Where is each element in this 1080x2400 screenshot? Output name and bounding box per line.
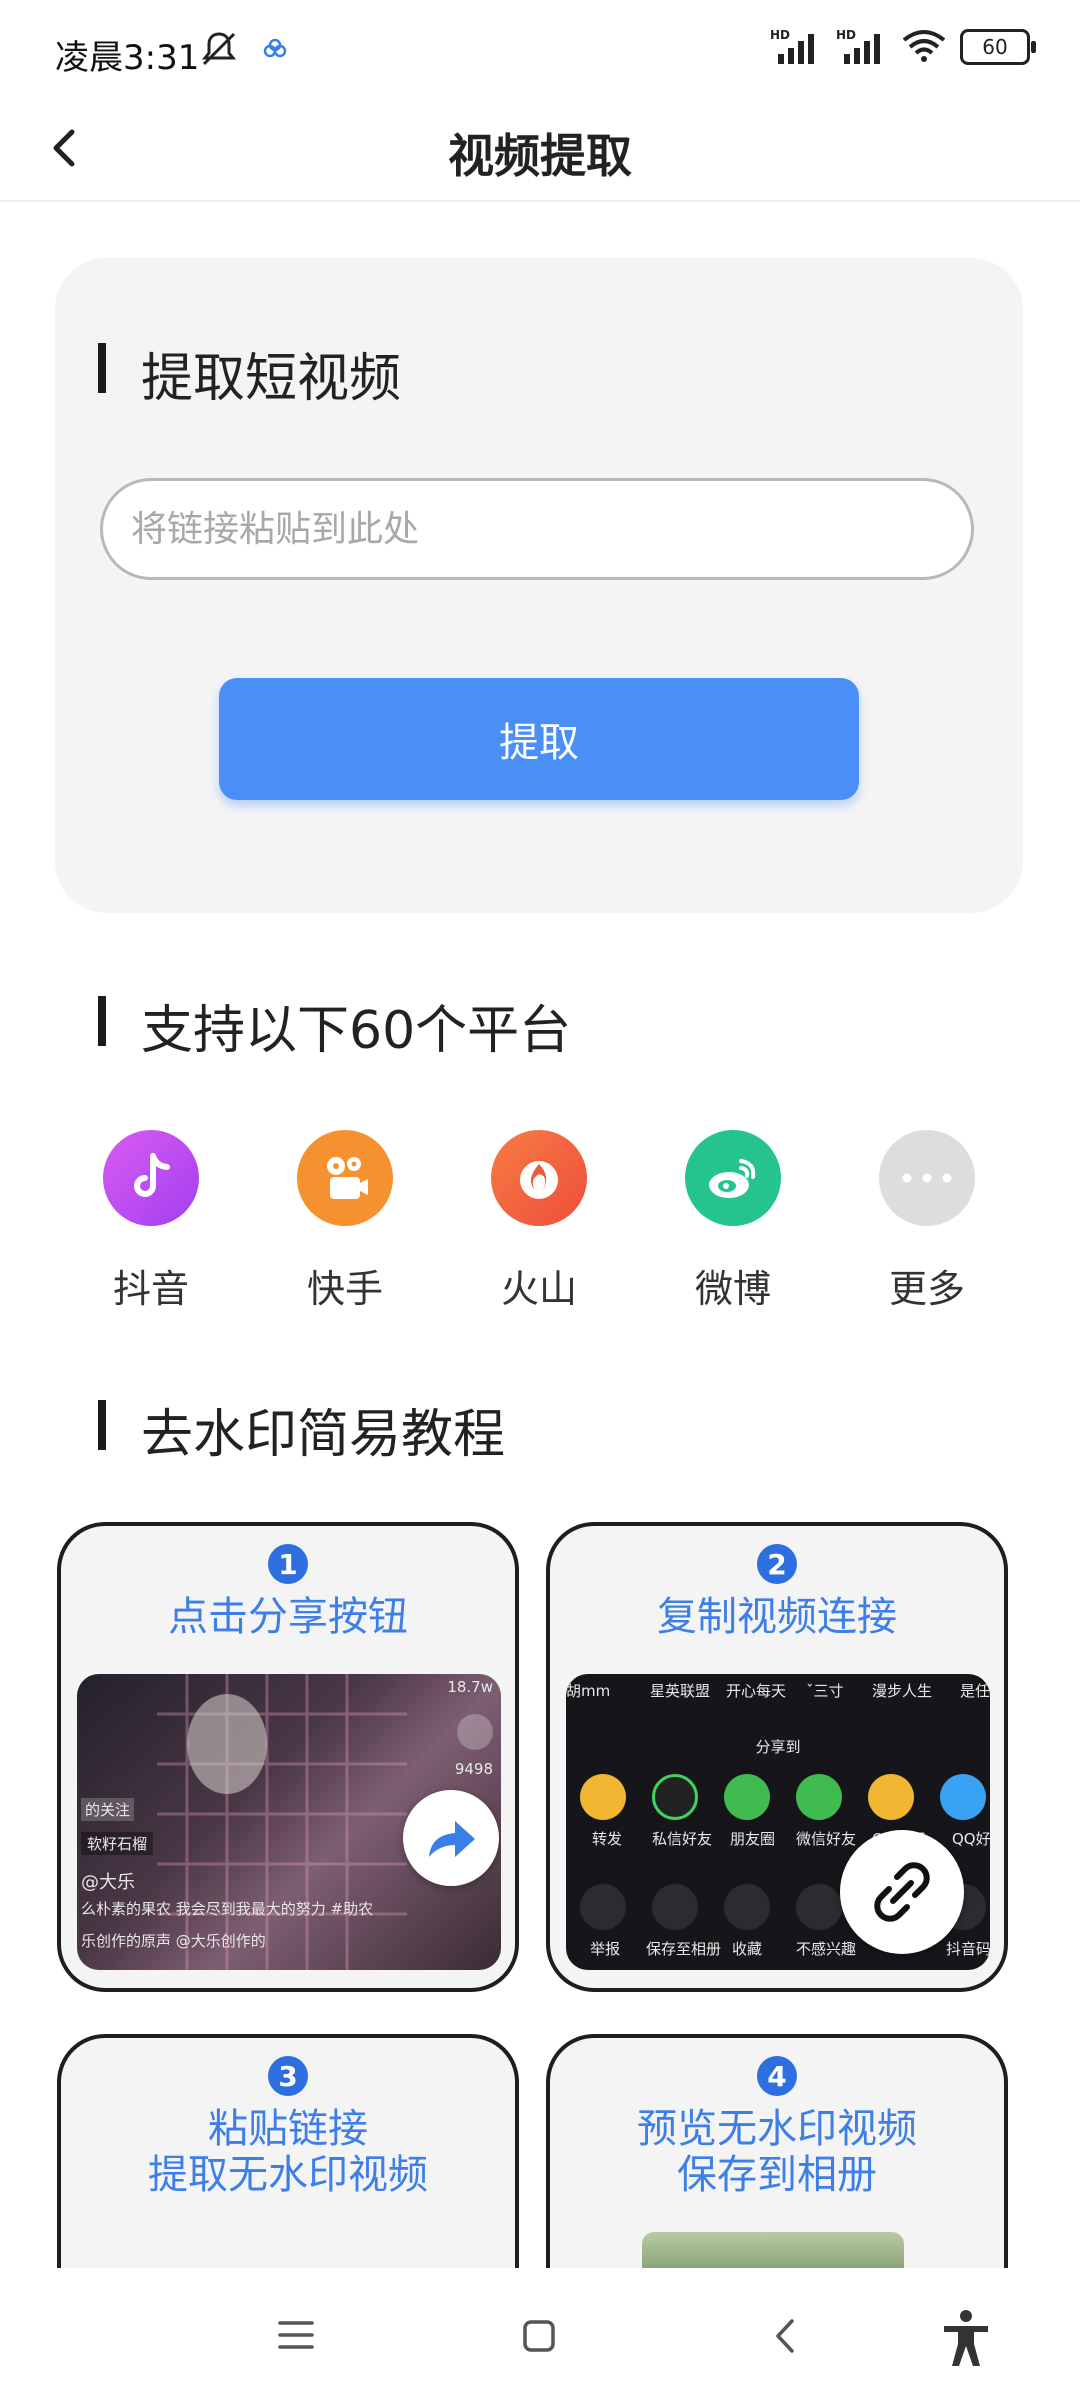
comment-count: 9498 <box>454 1760 493 1778</box>
home-icon <box>523 2320 555 2352</box>
link-input[interactable] <box>103 481 971 577</box>
wifi-icon <box>902 28 946 66</box>
like-count: 18.7w <box>447 1678 493 1696</box>
status-time: 凌晨3:31 <box>55 38 200 78</box>
share-arrow-icon <box>403 1790 499 1886</box>
tutorial-step-1: 1 点击分享按钮 18.7w 9498 的关注 软籽石榴 @大乐 么朴素的果农 … <box>57 1522 519 1992</box>
battery-indicator: 60 <box>960 29 1036 65</box>
extract-button[interactable]: 提取 <box>219 678 859 800</box>
step-title-line2: 提取无水印视频 <box>148 2152 428 2198</box>
step-1-screenshot: 18.7w 9498 的关注 软籽石榴 @大乐 么朴素的果农 我会尽到我最大的努… <box>77 1674 501 1970</box>
share-user-0: 胡mm <box>566 1682 611 1700</box>
menu-nav-button[interactable] <box>276 2318 316 2356</box>
share-label: 私信好友 <box>652 1830 713 1848</box>
share-user-1: 星英联盟 <box>650 1682 711 1700</box>
step-title-line2: 保存到相册 <box>677 2152 877 2198</box>
platform-weibo[interactable]: 微博 <box>648 1130 818 1313</box>
tutorial-step-2: 2 复制视频连接 胡mm 星英联盟 开心每天 ˇ三寸 漫步人生 是任 分享到 转… <box>546 1522 1008 1992</box>
share-label: 朋友圈 <box>730 1830 776 1848</box>
forward-icon <box>580 1774 626 1820</box>
step-title: 点击分享按钮 <box>168 1594 408 1640</box>
section-marker <box>98 996 106 1046</box>
share-title: 分享到 <box>755 1738 801 1756</box>
share-label: 不感兴趣 <box>796 1940 857 1958</box>
platforms-section-title: 支持以下60个平台 <box>141 1001 572 1061</box>
step-title-line1: 预览无水印视频 <box>637 2106 917 2152</box>
back-nav-button[interactable] <box>770 2316 800 2360</box>
step-title: 复制视频连接 <box>657 1594 897 1640</box>
more-icon <box>879 1130 975 1226</box>
private-msg-icon <box>652 1774 698 1820</box>
tutorial-section-title: 去水印简易教程 <box>141 1405 506 1465</box>
back-nav-icon <box>776 2319 794 2353</box>
extract-card: 提取短视频 提取 <box>55 258 1023 913</box>
moments-icon <box>724 1774 770 1820</box>
platform-douyin[interactable]: 抖音 <box>66 1130 236 1313</box>
app-header: 视频提取 <box>0 100 1080 202</box>
share-user-5: 是任 <box>960 1682 990 1700</box>
share-label: 收藏 <box>732 1940 763 1958</box>
platform-label: 更多 <box>888 1267 965 1311</box>
product-tag: 软籽石榴 <box>81 1832 154 1855</box>
platform-label: 微博 <box>694 1267 771 1311</box>
accessibility-icon <box>944 2310 988 2366</box>
page-title: 视频提取 <box>448 129 632 183</box>
kuaishou-icon <box>297 1130 393 1226</box>
accessibility-button[interactable] <box>940 2308 992 2372</box>
step-number: 1 <box>268 1544 308 1584</box>
step-number: 3 <box>268 2056 308 2096</box>
share-label: 举报 <box>590 1940 621 1958</box>
home-nav-button[interactable] <box>521 2318 557 2358</box>
follow-tag: 的关注 <box>81 1798 135 1821</box>
section-marker <box>98 343 106 393</box>
qq-icon <box>940 1774 986 1820</box>
platform-huoshan[interactable]: 火山 <box>454 1130 624 1313</box>
comment-icon <box>457 1714 493 1750</box>
huoshan-icon <box>491 1130 587 1226</box>
link-icon <box>840 1830 964 1954</box>
section-marker <box>98 1400 106 1450</box>
link-input-wrapper <box>100 478 974 580</box>
signal-icon-2: HD <box>836 28 888 64</box>
platform-more[interactable]: 更多 <box>842 1130 1012 1313</box>
platform-label: 快手 <box>306 1267 383 1311</box>
back-button[interactable] <box>38 118 98 178</box>
step-title-line1: 粘贴链接 <box>208 2106 368 2152</box>
step-number: 2 <box>757 1544 797 1584</box>
platform-label: 火山 <box>500 1267 577 1311</box>
share-user-2: 开心每天 <box>726 1682 787 1700</box>
back-arrow-icon <box>53 129 75 167</box>
wechat-icon <box>796 1774 842 1820</box>
music-info: 乐创作的原声 @大乐创作的 <box>81 1932 266 1950</box>
qzone-icon <box>868 1774 914 1820</box>
video-desc: 么朴素的果农 我会尽到我最大的努力 #助农 <box>81 1900 374 1918</box>
signal-icon: HD <box>770 28 822 64</box>
author-name: @大乐 <box>81 1872 135 1893</box>
status-bar: 凌晨3:31 HD HD 60 <box>0 0 1080 100</box>
share-user-4: 漫步人生 <box>872 1682 933 1700</box>
cloud-icon <box>262 38 288 62</box>
step-2-screenshot: 胡mm 星英联盟 开心每天 ˇ三寸 漫步人生 是任 分享到 转发 私信好友 朋友… <box>566 1674 990 1970</box>
share-label: 转发 <box>592 1830 623 1848</box>
douyin-icon <box>103 1130 199 1226</box>
share-user-3: ˇ三寸 <box>806 1682 844 1700</box>
step-number: 4 <box>757 2056 797 2096</box>
mute-icon <box>198 28 240 74</box>
menu-icon <box>278 2321 314 2349</box>
share-label: 抖音码 <box>946 1940 990 1958</box>
weibo-icon <box>685 1130 781 1226</box>
dislike-icon <box>796 1884 842 1930</box>
share-label: 微信好友 <box>796 1830 857 1848</box>
extract-section-title: 提取短视频 <box>141 349 402 409</box>
status-right: HD HD 60 <box>770 28 1036 66</box>
share-label: 保存至相册 <box>646 1940 722 1958</box>
system-nav-bar <box>0 2268 1080 2400</box>
download-icon <box>652 1884 698 1930</box>
report-icon <box>580 1884 626 1930</box>
star-icon <box>724 1884 770 1930</box>
platform-kuaishou[interactable]: 快手 <box>260 1130 430 1313</box>
platform-label: 抖音 <box>112 1267 189 1311</box>
share-label: QQ好友 <box>952 1830 990 1848</box>
